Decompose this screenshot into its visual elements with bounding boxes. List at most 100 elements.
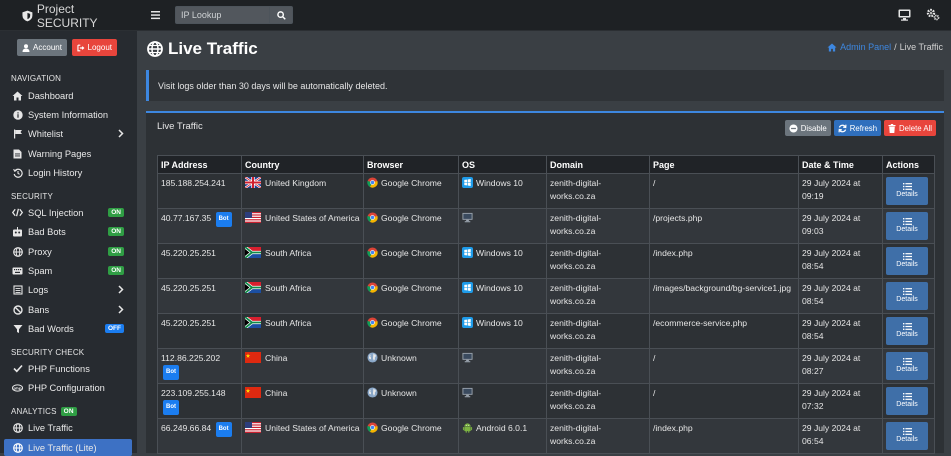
brand-name: Project SECURITY bbox=[36, 1, 98, 30]
ip-address[interactable]: 66.249.66.84 bbox=[161, 423, 211, 433]
sidebar-item-bad-words[interactable]: Bad Words OFF bbox=[12, 320, 128, 337]
browser-name: Google Chrome bbox=[381, 283, 442, 293]
sidebar-item-bad-bots[interactable]: Bad Bots ON bbox=[12, 223, 128, 240]
main-content: Live Traffic Admin Panel / Live Traffic … bbox=[137, 31, 951, 454]
country-name: China bbox=[265, 353, 288, 363]
shield-icon bbox=[22, 10, 33, 21]
account-label: Account bbox=[33, 43, 62, 52]
column-header[interactable]: Country bbox=[241, 155, 364, 174]
status-badge: ON bbox=[108, 208, 124, 217]
brand[interactable]: Project SECURITY bbox=[0, 0, 137, 31]
info-circle-icon bbox=[12, 109, 23, 120]
country-cell: United States of America bbox=[241, 418, 364, 454]
details-button[interactable]: Details bbox=[886, 177, 928, 205]
page-cell: /images/background/bg-service1.jpg bbox=[649, 278, 799, 314]
ip-address[interactable]: 45.220.25.251 bbox=[161, 318, 216, 328]
details-label: Details bbox=[896, 366, 918, 373]
chevron-right-icon bbox=[118, 285, 124, 294]
sidebar-item-php-functions[interactable]: PHP Functions bbox=[12, 360, 128, 377]
account-button[interactable]: Account bbox=[17, 39, 67, 56]
column-header[interactable]: Actions bbox=[882, 155, 935, 174]
bot-badge: Bot bbox=[163, 400, 179, 415]
refresh-label: Refresh bbox=[849, 123, 878, 133]
analytics-heading-label: ANALYTICS bbox=[11, 407, 57, 416]
column-header[interactable]: Page bbox=[649, 155, 799, 174]
sidebar-item-warning-pages[interactable]: Warning Pages bbox=[12, 145, 128, 162]
sidebar-item-label: SQL Injection bbox=[28, 207, 84, 218]
column-header[interactable]: OS bbox=[458, 155, 547, 174]
south-africa-flag-icon bbox=[245, 317, 261, 328]
ip-address[interactable]: 40.77.167.35 bbox=[161, 213, 211, 223]
sidebar-item-php-configuration[interactable]: php PHP Configuration bbox=[12, 379, 128, 396]
column-header[interactable]: IP Address bbox=[157, 155, 242, 174]
os-name: Windows 10 bbox=[476, 283, 523, 293]
ip-address[interactable]: 223.109.255.148 bbox=[161, 388, 226, 398]
ip-address[interactable]: 45.220.25.251 bbox=[161, 283, 216, 293]
sidebar-item-bans[interactable]: Bans bbox=[12, 301, 128, 318]
details-label: Details bbox=[896, 296, 918, 303]
logout-button[interactable]: Logout bbox=[72, 39, 117, 56]
sidebar-item-label: Live Traffic bbox=[28, 422, 73, 433]
gears-icon[interactable] bbox=[926, 8, 940, 21]
ip-address[interactable]: 185.188.254.241 bbox=[161, 178, 226, 188]
sidebar-item-label: PHP Configuration bbox=[28, 382, 105, 393]
column-header[interactable]: Browser bbox=[363, 155, 459, 174]
menu-toggle-icon[interactable] bbox=[149, 8, 163, 22]
ip-lookup-button[interactable] bbox=[270, 6, 293, 24]
actions-cell: Details bbox=[882, 173, 935, 209]
page-cell: /projects.php bbox=[649, 208, 799, 244]
details-button[interactable]: Details bbox=[886, 212, 928, 240]
refresh-button[interactable]: Refresh bbox=[833, 120, 882, 136]
delete-all-button[interactable]: Delete All bbox=[884, 120, 936, 136]
sidebar-item-dashboard[interactable]: Dashboard bbox=[12, 87, 128, 104]
sidebar-item-whitelist[interactable]: Whitelist bbox=[12, 125, 128, 142]
details-button[interactable]: Details bbox=[886, 422, 928, 450]
ip-lookup-form bbox=[175, 6, 293, 24]
disable-button[interactable]: Disable bbox=[784, 120, 831, 136]
page-title-text: Live Traffic bbox=[168, 39, 258, 58]
details-button[interactable]: Details bbox=[886, 282, 928, 310]
globe-icon bbox=[367, 352, 378, 363]
browser-name: Unknown bbox=[381, 353, 417, 363]
ip-address[interactable]: 112.86.225.202 bbox=[161, 353, 220, 363]
sidebar-item-live-traffic[interactable]: Live Traffic bbox=[12, 419, 128, 436]
country-name: United States of America bbox=[265, 213, 360, 223]
actions-cell: Details bbox=[882, 278, 935, 314]
browser-name: Unknown bbox=[381, 388, 417, 398]
details-button[interactable]: Details bbox=[886, 352, 928, 380]
sidebar-item-logs[interactable]: Logs bbox=[12, 281, 128, 298]
column-header[interactable]: Date & Time bbox=[798, 155, 883, 174]
details-button[interactable]: Details bbox=[886, 317, 928, 345]
monitor-icon[interactable] bbox=[898, 9, 911, 21]
os-cell bbox=[458, 383, 547, 419]
os-cell: Windows 10 bbox=[458, 173, 547, 209]
table-row: 112.86.225.202 Bot China Unknown zenith-dig… bbox=[157, 348, 935, 384]
history-icon bbox=[12, 167, 23, 178]
os-cell: Windows 10 bbox=[458, 313, 547, 349]
sidebar-item-sql-injection[interactable]: SQL Injection ON bbox=[12, 204, 128, 221]
sidebar-item-spam[interactable]: Spam ON bbox=[12, 262, 128, 279]
status-badge: ON bbox=[108, 247, 124, 256]
sidebar-item-proxy[interactable]: Proxy ON bbox=[12, 243, 128, 260]
os-cell bbox=[458, 208, 547, 244]
browser-cell: Google Chrome bbox=[363, 313, 459, 349]
status-badge: ON bbox=[108, 266, 124, 275]
browser-cell: Google Chrome bbox=[363, 278, 459, 314]
breadcrumb-home-link[interactable]: Admin Panel bbox=[840, 42, 891, 52]
sidebar-item-login-history[interactable]: Login History bbox=[12, 164, 128, 181]
top-navbar: Project SECURITY bbox=[0, 0, 951, 31]
details-button[interactable]: Details bbox=[886, 247, 928, 275]
ip-address[interactable]: 45.220.25.251 bbox=[161, 248, 216, 258]
sidebar-item-system-information[interactable]: System Information bbox=[12, 106, 128, 123]
sidebar-item-live-traffic-lite[interactable]: Live Traffic (Lite) bbox=[4, 439, 132, 456]
monitor-icon bbox=[462, 352, 473, 363]
column-header[interactable]: Domain bbox=[546, 155, 650, 174]
south-africa-flag-icon bbox=[245, 282, 261, 293]
uk-flag-icon bbox=[245, 177, 261, 188]
browser-cell: Google Chrome bbox=[363, 208, 459, 244]
china-flag-icon bbox=[245, 352, 261, 363]
ip-lookup-input[interactable] bbox=[175, 6, 270, 24]
home-icon bbox=[12, 90, 23, 101]
actions-cell: Details bbox=[882, 418, 935, 454]
details-button[interactable]: Details bbox=[886, 387, 928, 415]
